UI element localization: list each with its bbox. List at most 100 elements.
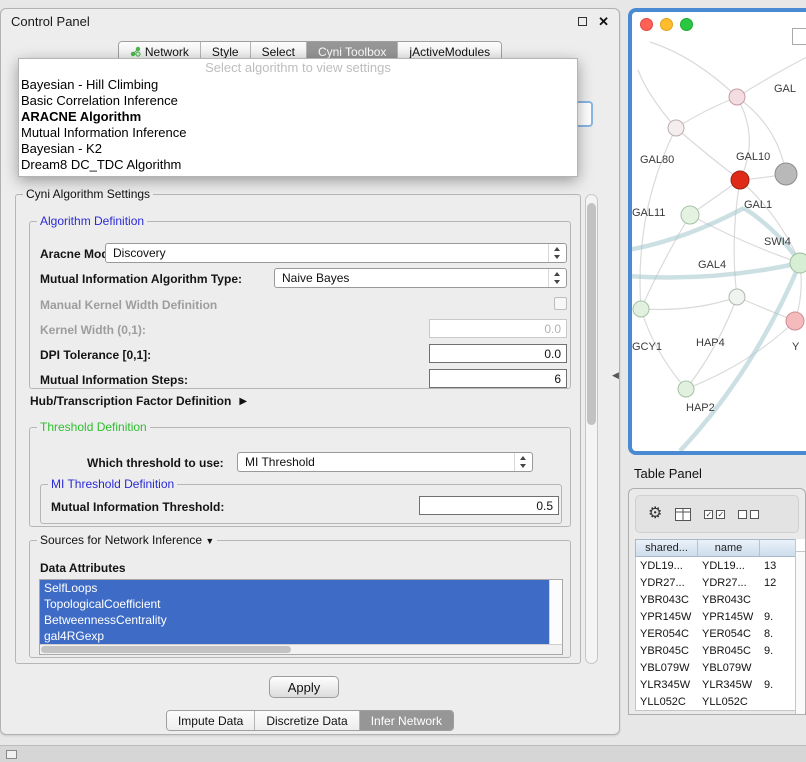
network-node[interactable] [633, 301, 649, 317]
scrollbar-thumb[interactable] [41, 646, 291, 653]
cell-name[interactable]: YER054C [698, 628, 760, 640]
table-row[interactable]: YLR345W YLR345W 9. [636, 676, 798, 693]
settings-scrollbar[interactable] [585, 194, 598, 664]
cell-shared-name[interactable]: YBR045C [636, 645, 698, 657]
table-scrollbar[interactable] [795, 539, 805, 714]
cell-value[interactable]: 12 [760, 577, 798, 589]
cell-name[interactable]: YLR345W [698, 679, 760, 691]
network-edge[interactable] [638, 70, 676, 128]
apply-button[interactable]: Apply [269, 676, 339, 698]
algorithm-option[interactable]: Bayesian - Hill Climbing [19, 77, 577, 93]
column-header-name[interactable]: name [698, 540, 760, 556]
table-row[interactable]: YDR27... YDR27... 12 [636, 574, 798, 591]
network-graph[interactable]: GALGAL80GAL10GAL11GAL1SWI4GAL4GCY1HAP4YH… [632, 12, 806, 451]
minimize-traffic-light[interactable] [660, 18, 673, 31]
cell-name[interactable]: YBR043C [698, 594, 760, 606]
aracne-mode-select[interactable]: Discovery [105, 243, 567, 263]
table-row[interactable]: YER054C YER054C 8. [636, 625, 798, 642]
expand-arrow-icon[interactable]: ▶ [239, 396, 247, 407]
list-horizontal-scrollbar[interactable] [40, 644, 562, 654]
cell-value[interactable]: 9. [760, 611, 798, 623]
cell-name[interactable]: YDL19... [698, 560, 760, 572]
network-node[interactable] [678, 381, 694, 397]
close-traffic-light[interactable] [640, 18, 653, 31]
zoom-traffic-light[interactable] [680, 18, 693, 31]
cell-value[interactable]: 13 [760, 560, 798, 572]
network-node[interactable] [775, 163, 797, 185]
mi-threshold-input[interactable]: 0.5 [419, 496, 559, 515]
cell-name[interactable]: YBR045C [698, 645, 760, 657]
panel-toggle-icon[interactable] [6, 750, 17, 759]
table-row[interactable]: YBL079W YBL079W [636, 659, 798, 676]
table-row[interactable]: YBR045C YBR045C 9. [636, 642, 798, 659]
dpi-tolerance-input[interactable]: 0.0 [429, 344, 567, 363]
network-node[interactable] [729, 89, 745, 105]
network-edge[interactable] [676, 97, 737, 128]
list-vertical-scrollbar[interactable] [549, 580, 562, 644]
threshold-select[interactable]: MI Threshold [237, 452, 533, 472]
cell-value[interactable]: 8. [760, 628, 798, 640]
close-window-icon[interactable]: ✕ [598, 15, 609, 28]
cell-name[interactable]: YLL052C [698, 696, 760, 708]
network-scroll-button[interactable] [792, 28, 806, 45]
mi-steps-input[interactable]: 6 [429, 369, 567, 388]
network-edge[interactable] [737, 97, 749, 180]
network-edge[interactable] [641, 297, 737, 310]
cell-shared-name[interactable]: YLR345W [636, 679, 698, 691]
scrollbar-button[interactable] [796, 539, 805, 552]
cell-name[interactable]: YPR145W [698, 611, 760, 623]
cell-shared-name[interactable]: YPR145W [636, 611, 698, 623]
network-edge[interactable] [650, 42, 737, 97]
cell-shared-name[interactable]: YLL052C [636, 696, 698, 708]
splitter-collapse-icon[interactable]: ◀ [612, 370, 619, 381]
network-node[interactable] [668, 120, 684, 136]
show-all-columns-icon[interactable]: ✓ ✓ [704, 510, 725, 519]
scrollbar-thumb[interactable] [587, 203, 596, 425]
cell-name[interactable]: YDR27... [698, 577, 760, 589]
table-row[interactable]: YBR043C YBR043C [636, 591, 798, 608]
network-node-label: HAP2 [686, 402, 715, 414]
network-node[interactable] [729, 289, 745, 305]
hub-definition-expander[interactable]: Hub/Transcription Factor Definition ▶ [30, 394, 247, 408]
network-edge[interactable] [641, 215, 690, 309]
attribute-list-item[interactable]: BetweennessCentrality [40, 612, 549, 628]
float-window-icon[interactable] [578, 17, 587, 26]
network-node[interactable] [731, 171, 749, 189]
column-header-shared-name[interactable]: shared... [636, 540, 698, 556]
cell-value[interactable]: 9. [760, 679, 798, 691]
algorithm-option[interactable]: Dream8 DC_TDC Algorithm [19, 157, 577, 173]
network-node[interactable] [790, 253, 806, 273]
tab-infer-network[interactable]: Infer Network [360, 711, 453, 730]
cell-value[interactable]: 9. [760, 645, 798, 657]
sources-group-title[interactable]: Sources for Network Inference ▼ [37, 533, 217, 547]
cell-shared-name[interactable]: YBL079W [636, 662, 698, 674]
cell-shared-name[interactable]: YBR043C [636, 594, 698, 606]
collapse-arrow-icon[interactable]: ▼ [205, 536, 214, 546]
algorithm-option[interactable]: Basic Correlation Inference [19, 93, 577, 109]
tab-discretize-data[interactable]: Discretize Data [255, 711, 359, 730]
attribute-list-item[interactable]: TopologicalCoefficient [40, 596, 549, 612]
attribute-list-item[interactable]: gal4RGexp [40, 628, 549, 644]
network-edge[interactable] [676, 128, 740, 180]
network-edge[interactable] [686, 321, 795, 389]
cell-shared-name[interactable]: YDL19... [636, 560, 698, 572]
attribute-list-item[interactable]: SelfLoops [40, 580, 549, 596]
hide-all-columns-icon[interactable] [738, 510, 759, 519]
algorithm-option[interactable]: Bayesian - K2 [19, 141, 577, 157]
network-node[interactable] [681, 206, 699, 224]
table-row[interactable]: YPR145W YPR145W 9. [636, 608, 798, 625]
columns-icon[interactable] [675, 508, 691, 521]
table-row[interactable]: YLL052C YLL052C [636, 693, 798, 710]
table-row[interactable]: YDL19... YDL19... 13 [636, 557, 798, 574]
algorithm-option[interactable]: ARACNE Algorithm [19, 109, 577, 125]
cell-shared-name[interactable]: YER054C [636, 628, 698, 640]
mi-type-select[interactable]: Naive Bayes [274, 268, 567, 288]
tab-impute-data[interactable]: Impute Data [167, 711, 255, 730]
column-header-extra[interactable] [760, 540, 798, 556]
network-node[interactable] [786, 312, 804, 330]
gear-icon[interactable]: ⚙ [648, 506, 662, 522]
algorithm-option[interactable]: Mutual Information Inference [19, 125, 577, 141]
data-attributes-list[interactable]: SelfLoops TopologicalCoefficient Between… [39, 579, 563, 655]
cell-shared-name[interactable]: YDR27... [636, 577, 698, 589]
cell-name[interactable]: YBL079W [698, 662, 760, 674]
